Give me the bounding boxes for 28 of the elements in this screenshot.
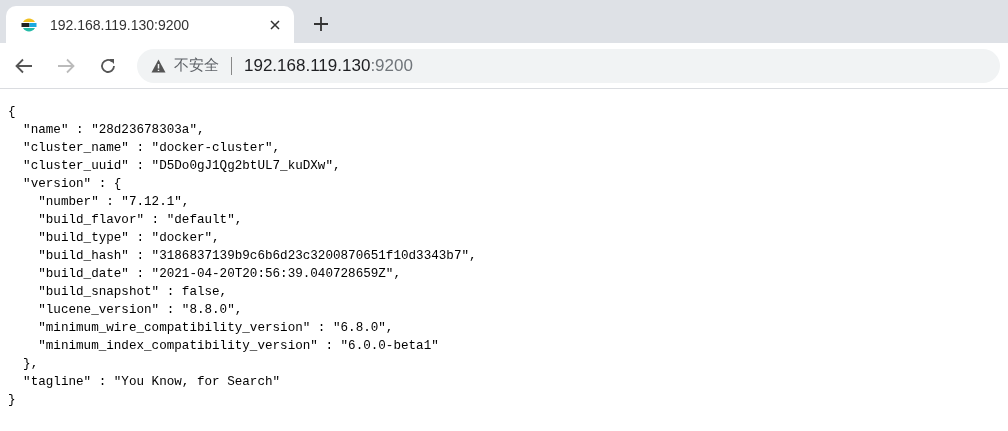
new-tab-icon[interactable]: [314, 17, 328, 31]
close-icon[interactable]: [270, 19, 280, 30]
json-line: "build_type" : "docker",: [37, 230, 220, 247]
json-line: "build_flavor" : "default",: [37, 212, 243, 229]
json-line: "number" : "7.12.1",: [37, 194, 190, 211]
json-line: "version" : {: [22, 176, 122, 193]
tab-title: 192.168.119.130:9200: [50, 16, 191, 33]
json-line: "build_date" : "2021-04-20T20:56:39.040728659Z",: [37, 266, 401, 283]
browser-tab[interactable]: 192.168.119.130:9200: [6, 6, 294, 43]
json-line: }: [8, 392, 16, 409]
warning-icon: [151, 58, 166, 73]
json-line: "cluster_uuid" : "D5Do0gJ1Qg2btUL7_kuDXw",: [22, 158, 341, 175]
json-line: "minimum_index_compatibility_version" : "6.0.0-beta1": [37, 338, 439, 355]
back-icon[interactable]: [15, 57, 33, 74]
json-line: "minimum_wire_compatibility_version" : "6.8.0",: [37, 320, 394, 337]
url-port: :9200: [370, 55, 413, 75]
json-line: "lucene_version" : "8.8.0",: [37, 302, 243, 319]
json-line: {: [8, 104, 16, 121]
json-line: "tagline" : "You Know, for Search": [22, 374, 281, 391]
url-host: 192.168.119.130: [244, 55, 371, 75]
reload-icon[interactable]: [99, 56, 117, 75]
json-line: "name" : "28d23678303a",: [22, 122, 205, 139]
json-line: },: [22, 356, 39, 373]
security-label: 不安全: [174, 56, 219, 75]
address-field[interactable]: 不安全 192.168.119.130:9200: [137, 48, 1000, 83]
json-line: "build_hash" : "3186837139b9c6b6d23c3200870651f10d3343b7",: [37, 248, 477, 265]
json-line: "build_snapshot" : false,: [37, 284, 228, 301]
json-line: "cluster_name" : "docker-cluster",: [22, 140, 281, 157]
